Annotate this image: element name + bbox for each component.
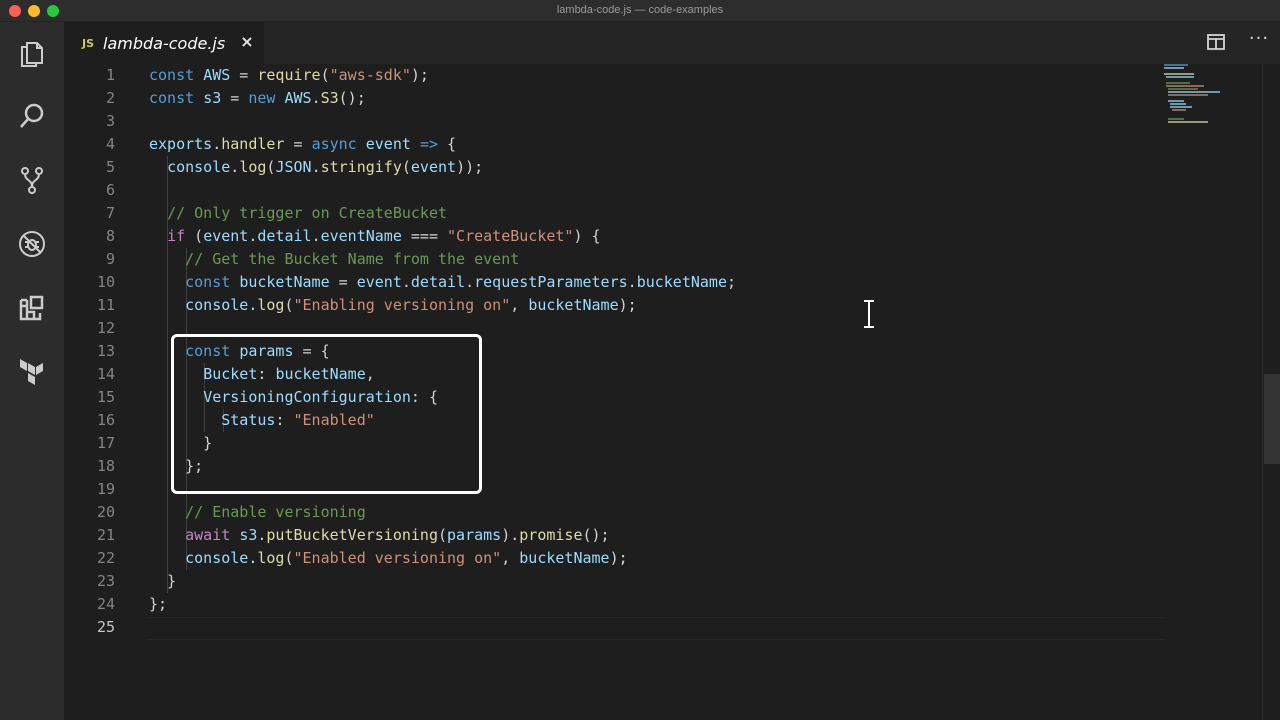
line-number: 15 [96, 388, 115, 406]
params-highlight-box [171, 334, 482, 494]
code-line: 9 // Get the Bucket Name from the event [64, 248, 1164, 271]
line-number: 11 [96, 296, 115, 314]
more-actions-icon[interactable]: ··· [1248, 30, 1270, 52]
line-number: 2 [105, 89, 115, 107]
line-number: 12 [96, 319, 115, 337]
title-bar: lambda-code.js — code-examples [0, 0, 1280, 22]
code-text: } [149, 572, 177, 590]
code-line: 21 await s3.putBucketVersioning(params).… [64, 524, 1164, 547]
vertical-scrollbar[interactable] [1262, 64, 1280, 720]
code-line: 2 const s3 = new AWS.S3(); [64, 87, 1164, 110]
code-line: 1 const AWS = require("aws-sdk"); [64, 64, 1164, 87]
scrollbar-thumb[interactable] [1264, 374, 1280, 464]
line-number: 7 [105, 204, 115, 222]
code-editor[interactable]: 1 const AWS = require("aws-sdk"); 2 cons… [64, 64, 1280, 720]
code-line: 22 console.log("Enabled versioning on", … [64, 547, 1164, 570]
code-line: 24 }; [64, 593, 1164, 616]
line-number: 9 [105, 250, 115, 268]
code-line: 7 // Only trigger on CreateBucket [64, 202, 1164, 225]
line-number: 24 [96, 595, 115, 613]
code-text: console.log(JSON.stringify(event)); [167, 158, 484, 176]
code-text: const AWS = require("aws-sdk"); [149, 66, 429, 84]
code-line: 4 exports.handler = async event => { [64, 133, 1164, 156]
tab-bar: JS lambda-code.js × ··· [64, 22, 1280, 64]
explorer-icon[interactable] [12, 32, 52, 72]
line-number: 5 [105, 158, 115, 176]
code-line: 5 console.log(JSON.stringify(event)); [64, 156, 1164, 179]
debug-icon[interactable] [12, 224, 52, 264]
code-line: 20 // Enable versioning [64, 501, 1164, 524]
terraform-icon[interactable] [12, 352, 52, 392]
line-number: 13 [96, 342, 115, 360]
code-line: 23 } [64, 570, 1164, 593]
line-number: 10 [96, 273, 115, 291]
code-line: 6 [64, 179, 1164, 202]
code-text: // Get the Bucket Name from the event [185, 250, 520, 268]
minimap[interactable] [1164, 64, 1228, 124]
text-cursor-icon [862, 299, 876, 329]
line-number: 19 [96, 480, 115, 498]
line-number: 4 [105, 135, 115, 153]
line-number: 22 [96, 549, 115, 567]
code-text: // Enable versioning [185, 503, 366, 521]
code-line: 3 [64, 110, 1164, 133]
line-number: 21 [96, 526, 115, 544]
tab-lambda-code-js[interactable]: JS lambda-code.js × [64, 22, 264, 64]
code-line: 8 if (event.detail.eventName === "Create… [64, 225, 1164, 248]
window-title: lambda-code.js — code-examples [556, 4, 724, 16]
tab-label: lambda-code.js [103, 33, 226, 53]
line-number: 25 [96, 618, 115, 636]
code-line: 11 console.log("Enabling versioning on",… [64, 294, 1164, 317]
code-text: }; [149, 595, 168, 613]
code-text: // Only trigger on CreateBucket [167, 204, 448, 222]
activity-bar [0, 22, 64, 720]
line-number: 20 [96, 503, 115, 521]
line-number: 6 [105, 181, 115, 199]
js-file-icon: JS [82, 36, 95, 50]
code-text: const bucketName = event.detail.requestP… [185, 273, 737, 291]
code-text: console.log("Enabling versioning on", bu… [185, 296, 637, 314]
line-number: 14 [96, 365, 115, 383]
extensions-icon[interactable] [12, 288, 52, 328]
search-icon[interactable] [12, 96, 52, 136]
line-number: 3 [105, 112, 115, 130]
source-control-icon[interactable] [12, 160, 52, 200]
close-icon[interactable]: × [238, 33, 256, 51]
line-number: 16 [96, 411, 115, 429]
line-number: 23 [96, 572, 115, 590]
code-line: 25 [64, 616, 1164, 639]
code-text: if (event.detail.eventName === "CreateBu… [167, 227, 601, 245]
code-text: const s3 = new AWS.S3(); [149, 89, 366, 107]
code-text: console.log("Enabled versioning on", buc… [185, 549, 628, 567]
code-text: exports.handler = async event => { [149, 135, 457, 153]
code-line: 10 const bucketName = event.detail.reque… [64, 271, 1164, 294]
line-number: 8 [105, 227, 115, 245]
line-number: 17 [96, 434, 115, 452]
line-number: 18 [96, 457, 115, 475]
line-number: 1 [105, 66, 115, 84]
split-editor-icon[interactable] [1206, 32, 1226, 52]
code-text: await s3.putBucketVersioning(params).pro… [185, 526, 610, 544]
